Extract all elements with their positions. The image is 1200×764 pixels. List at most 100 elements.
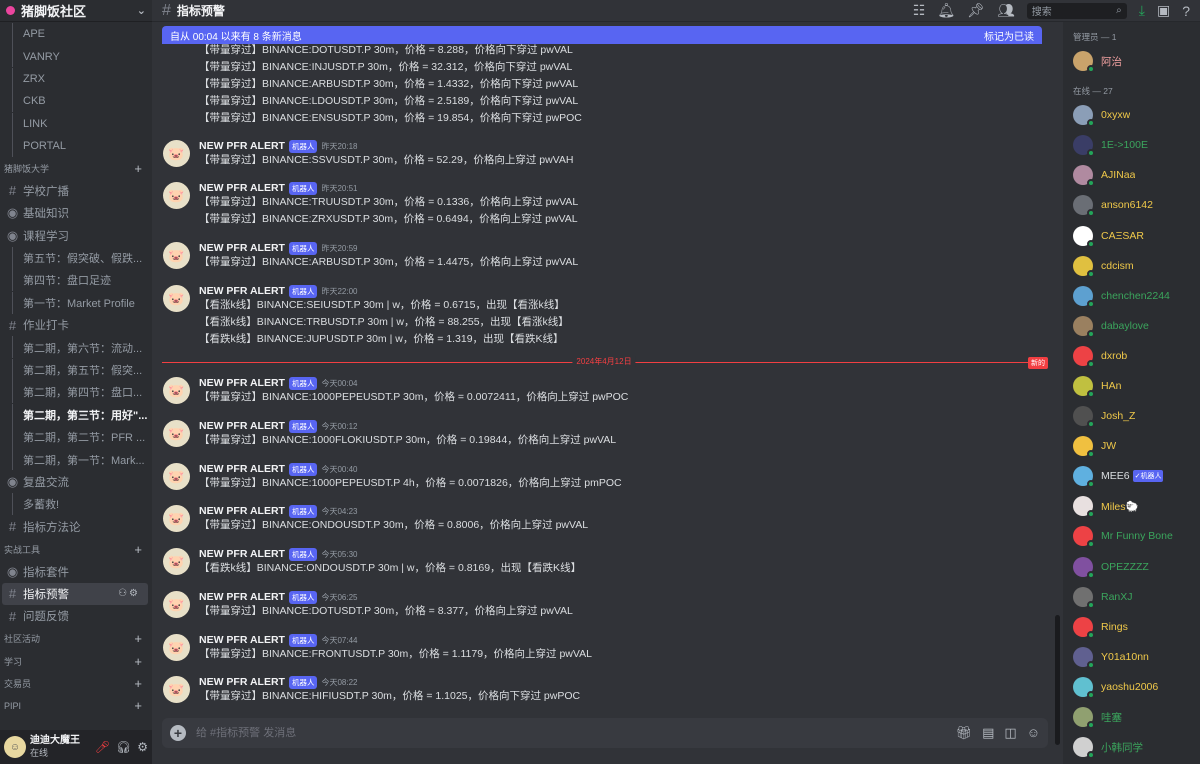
avatar[interactable]: 🐷	[163, 377, 190, 404]
category-header[interactable]: 实战工具 +	[0, 538, 152, 560]
member-item[interactable]: 小韩同学	[1063, 732, 1200, 762]
member-item[interactable]: 0xyxw	[1063, 100, 1200, 130]
channel-item[interactable]: # 学校广播	[0, 180, 152, 202]
author-name[interactable]: NEW PFR ALERT	[199, 505, 285, 517]
category-header[interactable]: 交易员 +	[0, 672, 152, 694]
member-item[interactable]: AJINaa	[1063, 160, 1200, 190]
thread-item[interactable]: ZRX	[0, 67, 152, 91]
sticker-icon[interactable]: ◫	[1004, 725, 1016, 741]
new-messages-banner[interactable]: 自从 00:04 以来有 8 条新消息 标记为已读	[162, 26, 1042, 44]
member-item[interactable]: CAΞSAR	[1063, 220, 1200, 250]
thread-item[interactable]: 第五节：假突破、假跌...	[0, 246, 152, 270]
member-item[interactable]: dabaylove	[1063, 311, 1200, 341]
avatar[interactable]: 🐷	[163, 420, 190, 447]
avatar[interactable]: 🐷	[163, 548, 190, 575]
mic-muted-icon[interactable]: 🎤︎	[95, 740, 110, 754]
add-attachment-icon[interactable]: +	[170, 725, 186, 741]
member-item[interactable]: yaoshu2006	[1063, 672, 1200, 702]
channel-item[interactable]: # 指标方法论	[0, 516, 152, 538]
member-item[interactable]: RanXJ	[1063, 582, 1200, 612]
download-icon[interactable]: ⤓	[1139, 2, 1145, 19]
add-channel-icon[interactable]: +	[134, 698, 142, 713]
category-header[interactable]: PIPI +	[0, 695, 152, 717]
author-name[interactable]: NEW PFR ALERT	[199, 182, 285, 194]
author-name[interactable]: NEW PFR ALERT	[199, 676, 285, 688]
gif-icon[interactable]: ▤	[982, 725, 994, 741]
channel-item[interactable]: # 作业打卡	[0, 314, 152, 336]
author-name[interactable]: NEW PFR ALERT	[199, 463, 285, 475]
pin-icon[interactable]: 📌︎	[967, 2, 985, 19]
thread-item[interactable]: LINK	[0, 112, 152, 135]
thread-item[interactable]: 第二期，第三节：用好"...	[0, 403, 152, 427]
inbox-icon[interactable]: ▣	[1157, 2, 1170, 19]
author-name[interactable]: NEW PFR ALERT	[199, 548, 285, 560]
add-channel-icon[interactable]: +	[134, 161, 142, 176]
avatar[interactable]: 🐷	[163, 140, 190, 167]
avatar[interactable]: 🐷	[163, 242, 190, 269]
author-name[interactable]: NEW PFR ALERT	[199, 242, 285, 254]
channel-item[interactable]: ◉ 指标套件	[0, 560, 152, 582]
category-header[interactable]: 学习 +	[0, 650, 152, 672]
member-item[interactable]: MEE6 ✓机器人	[1063, 461, 1200, 491]
channel-settings-icon[interactable]: ⚇⚙	[118, 588, 140, 599]
thread-item[interactable]: APE	[0, 23, 152, 46]
member-item[interactable]: Miles🐑	[1063, 491, 1200, 521]
thread-item[interactable]: 多蓄救!	[0, 493, 152, 516]
headphones-icon[interactable]: 🎧︎	[116, 740, 131, 754]
channel-item[interactable]: # 问题反馈	[0, 605, 152, 627]
add-channel-icon[interactable]: +	[134, 542, 142, 557]
thread-item[interactable]: 第二期，第六节：流动...	[0, 336, 152, 359]
category-header[interactable]: 社区活动 +	[0, 628, 152, 650]
member-item[interactable]: dxrob	[1063, 341, 1200, 371]
member-item[interactable]: HAn	[1063, 371, 1200, 401]
avatar[interactable]: 🐷	[163, 463, 190, 490]
channel-item[interactable]: ◉ 课程学习	[0, 225, 152, 247]
thread-item[interactable]: 第二期，第四节：盘口...	[0, 381, 152, 404]
channel-item[interactable]: # 指标预警 ⚇⚙	[2, 582, 148, 606]
member-item[interactable]: chenchen2244	[1063, 281, 1200, 311]
member-item[interactable]: Mr Funny Bone	[1063, 521, 1200, 551]
add-channel-icon[interactable]: +	[134, 631, 142, 646]
thread-item[interactable]: 第二期，第一节：Mark...	[0, 448, 152, 471]
thread-item[interactable]: 第四节：盘口足迹	[0, 269, 152, 292]
chevron-down-icon[interactable]: ⌄	[137, 4, 146, 17]
help-icon[interactable]: ?	[1182, 3, 1190, 19]
threads-icon[interactable]: ☷	[913, 2, 926, 19]
search-input[interactable]: 搜索 ⌕	[1026, 2, 1127, 19]
add-channel-icon[interactable]: +	[134, 676, 142, 691]
avatar[interactable]: 🐷	[163, 591, 190, 618]
avatar[interactable]: 🐷	[163, 634, 190, 661]
scrollbar[interactable]	[1055, 615, 1060, 745]
author-name[interactable]: NEW PFR ALERT	[199, 377, 285, 389]
avatar[interactable]: ☺	[4, 736, 26, 758]
member-item[interactable]: JW	[1063, 431, 1200, 461]
author-name[interactable]: NEW PFR ALERT	[199, 591, 285, 603]
thread-item[interactable]: 第一节：Market Profile	[0, 291, 152, 315]
author-name[interactable]: NEW PFR ALERT	[199, 140, 285, 152]
member-item[interactable]: Josh_Z	[1063, 401, 1200, 431]
bell-icon[interactable]: 🔔︎	[937, 2, 955, 19]
member-item[interactable]: anson6142	[1063, 190, 1200, 220]
server-header[interactable]: 猪脚饭社区 ⌄	[0, 0, 152, 22]
channel-item[interactable]: ◉ 复盘交流	[0, 471, 152, 493]
avatar[interactable]: 🐷	[163, 676, 190, 703]
add-channel-icon[interactable]: +	[134, 654, 142, 669]
emoji-icon[interactable]: ☺	[1027, 725, 1040, 741]
member-item[interactable]: Y01a10nn	[1063, 642, 1200, 672]
message-input[interactable]	[196, 727, 956, 739]
gear-icon[interactable]: ⚙	[137, 740, 148, 754]
member-item[interactable]: 哇塞	[1063, 702, 1200, 732]
gift-icon[interactable]: 🎁︎	[956, 725, 973, 741]
thread-item[interactable]: 第二期，第二节：PFR ...	[0, 426, 152, 449]
avatar[interactable]: 🐷	[163, 505, 190, 532]
author-name[interactable]: NEW PFR ALERT	[199, 285, 285, 297]
members-icon[interactable]: 👥︎	[997, 2, 1015, 19]
thread-item[interactable]: CKB	[0, 90, 152, 113]
avatar[interactable]: 🐷	[163, 182, 190, 209]
channel-item[interactable]: ◉ 基础知识	[0, 202, 152, 224]
member-item[interactable]: cdcism	[1063, 251, 1200, 281]
member-item[interactable]: 1E->100E	[1063, 130, 1200, 160]
thread-item[interactable]: 第二期，第五节：假突...	[0, 358, 152, 382]
thread-item[interactable]: PORTAL	[0, 134, 152, 158]
member-item[interactable]: 阿治	[1063, 46, 1200, 76]
